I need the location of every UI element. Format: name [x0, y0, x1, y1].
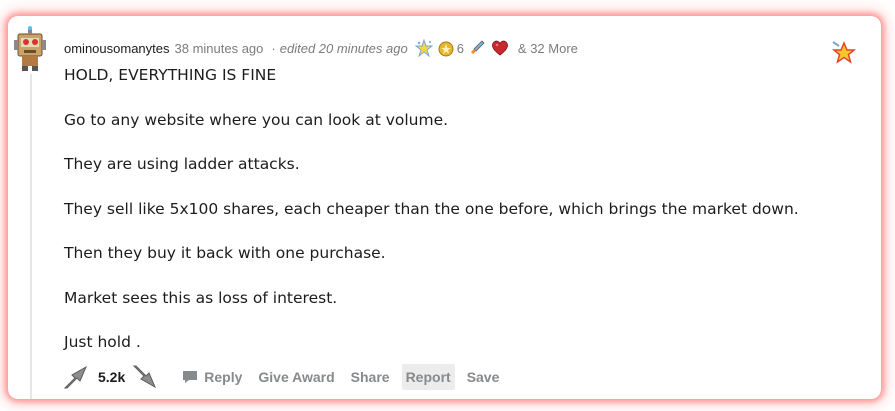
comment-paragraph: They sell like 5x100 shares, each cheape…	[64, 199, 799, 218]
heart-award-icon[interactable]	[490, 39, 510, 57]
silver-star-award-icon[interactable]	[414, 39, 433, 57]
avatar[interactable]	[14, 26, 48, 72]
share-button[interactable]: Share	[347, 364, 394, 390]
timestamp[interactable]: 38 minutes ago	[175, 41, 264, 56]
rocket-upvote-icon	[63, 365, 88, 389]
save-label: Save	[466, 369, 500, 385]
comment-paragraph: HOLD, EVERYTHING IS FINE	[64, 66, 277, 84]
rocket-downvote-icon	[133, 365, 157, 389]
thread-line[interactable]	[30, 74, 32, 399]
report-button[interactable]: Report	[401, 364, 455, 390]
comment-actions: 5.2k Reply Give Award Share Report Save	[62, 362, 511, 392]
comment-paragraph: Go to any website where you can look at …	[64, 110, 449, 129]
downvote-button[interactable]	[131, 364, 161, 390]
give-award-button[interactable]: Give Award	[254, 364, 338, 390]
more-awards-link[interactable]: & 32 More	[518, 41, 578, 56]
comment-paragraph: They are using ladder attacks.	[64, 155, 300, 173]
separator: ·	[271, 40, 276, 56]
username[interactable]: ominousomanytes	[64, 41, 170, 56]
reply-button[interactable]: Reply	[177, 363, 246, 391]
edited-timestamp: edited 20 minutes ago	[279, 40, 408, 56]
reply-label: Reply	[204, 369, 243, 385]
gold-star-award-icon[interactable]	[831, 40, 857, 66]
gold-medal-award-icon[interactable]: 6	[437, 39, 464, 57]
share-label: Share	[350, 369, 390, 385]
award-count: 6	[456, 40, 464, 56]
comment-header: ominousomanytes 38 minutes ago · edited …	[64, 38, 578, 58]
rocket-award-icon[interactable]	[468, 39, 486, 57]
comment-card: ominousomanytes 38 minutes ago · edited …	[8, 16, 881, 399]
comment-paragraph: Market sees this as loss of interest.	[64, 288, 338, 307]
comment-paragraph: Then they buy it back with one purchase.	[64, 244, 386, 262]
comment-bubble-icon	[183, 371, 198, 383]
comment-body: HOLD, EVERYTHING IS FINE Go to any websi…	[64, 66, 864, 378]
give-award-label: Give Award	[258, 369, 335, 385]
upvote-button[interactable]	[62, 364, 92, 390]
save-button[interactable]: Save	[463, 364, 504, 390]
report-label: Report	[405, 369, 451, 385]
vote-score: 5.2k	[98, 369, 126, 385]
